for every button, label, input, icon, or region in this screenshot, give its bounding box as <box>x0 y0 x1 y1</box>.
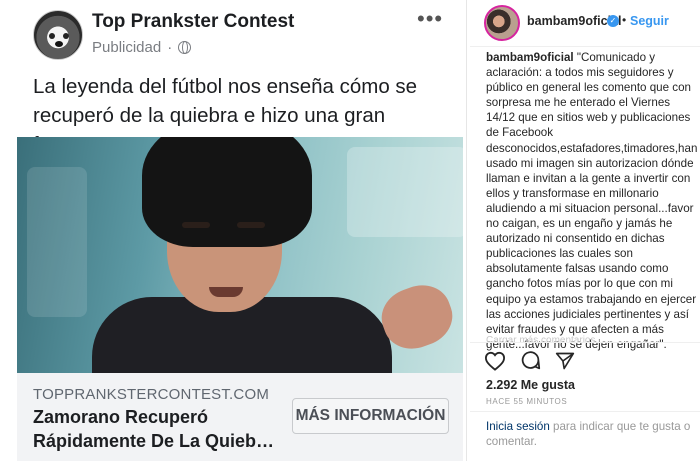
panel-divider <box>466 0 467 461</box>
mouth <box>209 287 243 297</box>
like-count[interactable]: 2.292 Me gusta <box>486 378 575 392</box>
more-options-icon[interactable]: ••• <box>417 6 443 32</box>
page-avatar[interactable] <box>33 10 83 60</box>
avatar-eye <box>49 33 55 39</box>
person-photo <box>72 137 461 373</box>
instagram-post: bambam9oficial ✓ • Seguir bambam9oficial… <box>470 0 700 461</box>
eyebrow <box>182 222 210 228</box>
follow-button[interactable]: Seguir <box>630 14 669 28</box>
divider <box>470 411 700 412</box>
load-more-comments-link[interactable]: Cargar más comentarios <box>486 335 595 342</box>
caption-text: "Comunicado y aclaración: a todos mis se… <box>486 51 698 351</box>
verified-icon: ✓ <box>607 15 619 27</box>
divider <box>470 46 700 47</box>
comment-icon[interactable] <box>520 350 541 371</box>
ad-image[interactable] <box>17 137 463 373</box>
post-timestamp: HACE 55 MINUTOS <box>486 397 568 406</box>
share-icon[interactable] <box>555 351 575 371</box>
meta-separator: · <box>167 39 173 56</box>
page-name[interactable]: Top Prankster Contest <box>92 11 294 33</box>
caption-username[interactable]: bambam9oficial <box>486 51 574 64</box>
post-meta: Publicidad · <box>92 39 192 56</box>
post-caption: bambam9oficial "Comunicado y aclaración:… <box>486 50 700 352</box>
avatar-nose <box>55 41 63 47</box>
link-title[interactable]: Zamorano Recuperó Rápidamente De La Quie… <box>33 405 288 453</box>
header-separator: • <box>622 13 627 27</box>
avatar-eye <box>63 33 69 39</box>
login-prompt: Inicia sesión para indicar que te gusta … <box>486 419 696 449</box>
more-info-button[interactable]: MÁS INFORMACIÓN <box>292 398 449 434</box>
link-domain: TOPPRANKSTERCONTEST.COM <box>33 386 270 403</box>
facebook-ad: Top Prankster Contest Publicidad · ••• L… <box>0 0 463 461</box>
link-preview[interactable]: TOPPRANKSTERCONTEST.COM Zamorano Recuper… <box>17 373 463 461</box>
hair <box>142 137 312 247</box>
sponsored-label[interactable]: Publicidad <box>92 39 161 56</box>
profile-avatar[interactable] <box>484 5 520 41</box>
action-bar <box>484 350 575 371</box>
heart-icon[interactable] <box>484 351 506 371</box>
login-link[interactable]: Inicia sesión <box>486 420 550 433</box>
globe-icon <box>178 41 192 54</box>
divider <box>470 342 700 343</box>
eyebrow <box>237 222 265 228</box>
